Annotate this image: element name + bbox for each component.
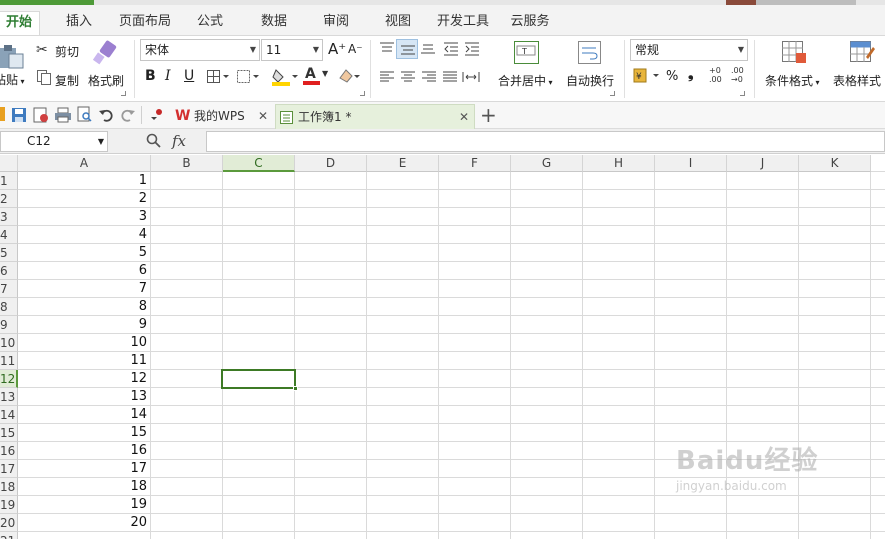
row-header-12[interactable]: 12 [0,370,18,388]
select-all-corner[interactable] [0,155,18,172]
cell-a6[interactable]: 6 [18,262,150,280]
row-header-2[interactable]: 2 [0,190,18,208]
row-header-19[interactable]: 19 [0,496,18,514]
cell-a11[interactable]: 11 [18,352,150,370]
cell-a8[interactable]: 8 [18,298,150,316]
baidu-watermark: Baidu经验 jingyan.baidu.com [676,440,818,493]
cell-a13[interactable]: 13 [18,388,150,406]
cell-a4[interactable]: 4 [18,226,150,244]
column-header-d[interactable]: D [295,155,367,172]
cell-a12[interactable]: 12 [18,370,150,388]
cell-a10[interactable]: 10 [18,334,150,352]
row-header-21[interactable]: 21 [0,532,18,539]
row-header-1[interactable]: 1 [0,172,18,190]
row-header-20[interactable]: 20 [0,514,18,532]
cell-a15[interactable]: 15 [18,424,150,442]
cell-a3[interactable]: 3 [18,208,150,226]
row-header-14[interactable]: 14 [0,406,18,424]
row-header-9[interactable]: 9 [0,316,18,334]
cell-a20[interactable]: 20 [18,514,150,532]
cell-a7[interactable]: 7 [18,280,150,298]
row-header-18[interactable]: 18 [0,478,18,496]
row-header-13[interactable]: 13 [0,388,18,406]
row-header-17[interactable]: 17 [0,460,18,478]
column-header-b[interactable]: B [151,155,223,172]
row-header-4[interactable]: 4 [0,226,18,244]
cell-a19[interactable]: 19 [18,496,150,514]
column-header-i[interactable]: I [655,155,727,172]
cell-a17[interactable]: 17 [18,460,150,478]
column-header-j[interactable]: J [727,155,799,172]
row-header-10[interactable]: 10 [0,334,18,352]
cell-a2[interactable]: 2 [18,190,150,208]
cell-a16[interactable]: 16 [18,442,150,460]
fill-handle[interactable] [293,386,298,391]
active-cell-c12[interactable] [221,369,298,391]
cell-a14[interactable]: 14 [18,406,150,424]
row-header-8[interactable]: 8 [0,298,18,316]
row-header-11[interactable]: 11 [0,352,18,370]
column-header-f[interactable]: F [439,155,511,172]
column-header-c[interactable]: C [223,155,295,172]
column-header-g[interactable]: G [511,155,583,172]
cell-a18[interactable]: 18 [18,478,150,496]
column-header-k[interactable]: K [799,155,871,172]
watermark-main: Baidu经验 [676,446,819,476]
row-header-15[interactable]: 15 [0,424,18,442]
cell-a5[interactable]: 5 [18,244,150,262]
column-header-a[interactable]: A [18,155,151,172]
row-header-7[interactable]: 7 [0,280,18,298]
watermark-sub: jingyan.baidu.com [676,479,787,493]
row-header-5[interactable]: 5 [0,244,18,262]
row-header-3[interactable]: 3 [0,208,18,226]
column-header-h[interactable]: H [583,155,655,172]
row-header-16[interactable]: 16 [0,442,18,460]
row-header-6[interactable]: 6 [0,262,18,280]
cell-a9[interactable]: 9 [18,316,150,334]
column-header-e[interactable]: E [367,155,439,172]
cell-a1[interactable]: 1 [18,172,150,190]
